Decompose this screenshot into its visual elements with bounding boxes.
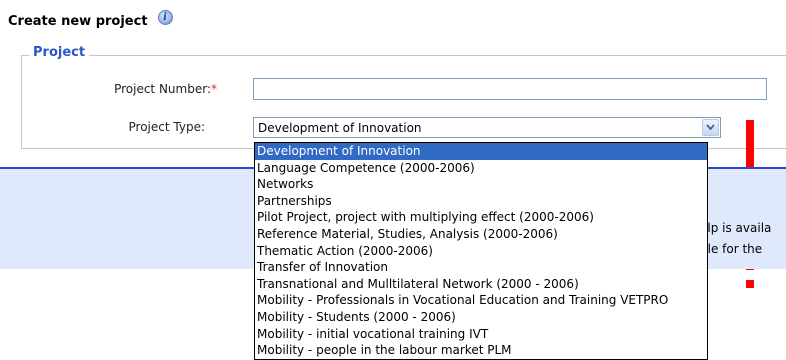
project-number-label-text: Project Number: — [114, 82, 211, 96]
project-type-option[interactable]: Transfer of Innovation — [255, 259, 707, 276]
project-type-option[interactable]: Transnational and Mulltilateral Network … — [255, 276, 707, 293]
annotation-exclamation-dot — [746, 280, 754, 288]
project-type-option[interactable]: Partnerships — [255, 193, 707, 210]
project-legend: Project — [29, 45, 90, 60]
project-type-selected-value: Development of Innovation — [258, 120, 422, 135]
project-type-label: Project Type: — [128, 120, 205, 134]
project-type-select[interactable]: Development of Innovation — [253, 117, 721, 138]
project-type-option[interactable]: Mobility - Professionals in Vocational E… — [255, 292, 707, 309]
info-icon[interactable]: i — [157, 10, 173, 25]
project-type-option[interactable]: Thematic Action (2000-2006) — [255, 243, 707, 260]
project-number-input[interactable] — [253, 78, 767, 100]
help-text-line-2: ble for the — [700, 242, 763, 256]
project-type-option[interactable]: Pilot Project, project with multiplying … — [255, 209, 707, 226]
chevron-down-icon — [706, 124, 715, 131]
help-text-line-1: elp is availa — [700, 221, 772, 235]
project-type-option[interactable]: Mobility - people in the labour market P… — [255, 342, 707, 359]
project-type-option[interactable]: Networks — [255, 176, 707, 193]
page-heading: Create new project i — [8, 10, 173, 29]
required-marker: * — [211, 82, 217, 96]
project-type-option[interactable]: Mobility - initial vocational training I… — [255, 326, 707, 343]
project-type-option[interactable]: Reference Material, Studies, Analysis (2… — [255, 226, 707, 243]
project-type-options-list[interactable]: Development of Innovation Language Compet… — [254, 142, 708, 360]
project-type-option[interactable]: Mobility - Students (2000 - 2006) — [255, 309, 707, 326]
project-type-option[interactable]: Language Competence (2000-2006) — [255, 160, 707, 177]
project-type-option[interactable]: Development of Innovation — [255, 143, 707, 160]
page-title: Create new project — [8, 14, 148, 29]
dropdown-arrow-button[interactable] — [702, 119, 719, 136]
project-number-label: Project Number:* — [114, 82, 217, 96]
